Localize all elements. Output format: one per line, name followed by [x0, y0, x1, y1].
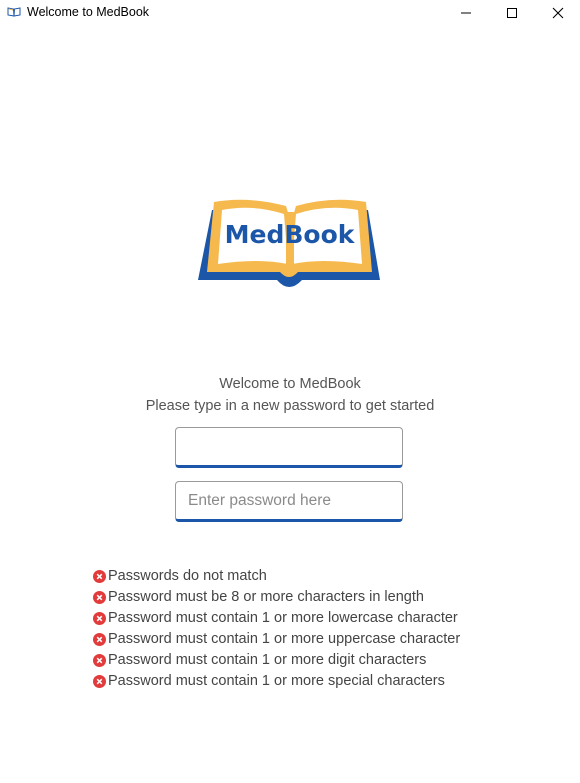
- error-x-icon: [93, 654, 106, 667]
- minimize-icon: [461, 12, 471, 14]
- list-item: Password must contain 1 or more digit ch…: [93, 651, 460, 672]
- logo-text: MedBook: [224, 220, 355, 249]
- error-x-icon: [93, 675, 106, 688]
- welcome-title: Welcome to MedBook: [219, 376, 361, 392]
- error-x-icon: [93, 591, 106, 604]
- medbook-logo: MedBook: [198, 196, 381, 296]
- maximize-button[interactable]: [489, 0, 535, 26]
- window-title: Welcome to MedBook: [27, 5, 150, 19]
- app-window: Welcome to MedBook MedBook Welcome to Me…: [0, 0, 580, 783]
- close-icon: [552, 7, 564, 19]
- list-item: Password must contain 1 or more lowercas…: [93, 609, 460, 630]
- rule-text: Password must contain 1 or more lowercas…: [108, 610, 458, 626]
- password-requirements-list: Passwords do not match Password must be …: [93, 567, 460, 693]
- list-item: Password must contain 1 or more special …: [93, 672, 460, 693]
- error-x-icon: [93, 570, 106, 583]
- error-x-icon: [93, 633, 106, 646]
- error-x-icon: [93, 612, 106, 625]
- title-bar: Welcome to MedBook: [0, 0, 580, 26]
- confirm-password-field[interactable]: [175, 481, 403, 522]
- minimize-button[interactable]: [443, 0, 489, 26]
- close-button[interactable]: [535, 0, 580, 26]
- rule-text: Password must contain 1 or more special …: [108, 673, 445, 689]
- new-password-field[interactable]: [175, 427, 403, 468]
- rule-text: Password must be 8 or more characters in…: [108, 589, 424, 605]
- list-item: Password must contain 1 or more uppercas…: [93, 630, 460, 651]
- app-book-icon: [7, 7, 21, 17]
- list-item: Passwords do not match: [93, 567, 460, 588]
- rule-text: Passwords do not match: [108, 568, 267, 584]
- rule-text: Password must contain 1 or more uppercas…: [108, 631, 461, 647]
- maximize-icon: [507, 8, 517, 18]
- rule-text: Password must contain 1 or more digit ch…: [108, 652, 427, 668]
- welcome-subtitle: Please type in a new password to get sta…: [145, 398, 435, 414]
- list-item: Password must be 8 or more characters in…: [93, 588, 460, 609]
